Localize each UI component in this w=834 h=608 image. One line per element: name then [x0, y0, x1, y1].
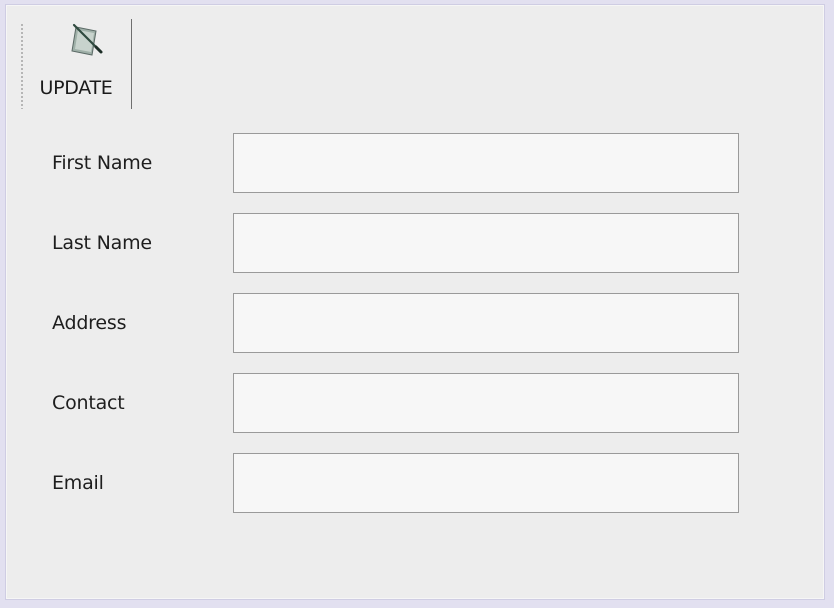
form-row-first-name: First Name [6, 133, 824, 197]
update-button-label: UPDATE [39, 77, 113, 99]
last-name-field[interactable] [233, 213, 739, 273]
last-name-label: Last Name [52, 232, 152, 254]
contact-field[interactable] [233, 373, 739, 433]
toolbar-separator [131, 19, 132, 109]
pen-paper-icon [66, 21, 106, 61]
form-row-address: Address [6, 293, 824, 357]
first-name-label: First Name [52, 152, 153, 174]
form-window: UPDATE First Name Last Name Address Cont… [5, 4, 825, 600]
toolbar: UPDATE [16, 13, 136, 113]
email-field[interactable] [233, 453, 739, 513]
form-row-email: Email [6, 453, 824, 517]
first-name-field[interactable] [233, 133, 739, 193]
form-row-last-name: Last Name [6, 213, 824, 277]
update-button[interactable]: UPDATE [36, 13, 134, 109]
toolbar-grip[interactable] [21, 23, 23, 109]
contact-label: Contact [52, 392, 125, 414]
email-label: Email [52, 472, 104, 494]
address-label: Address [52, 312, 127, 334]
address-field[interactable] [233, 293, 739, 353]
form-row-contact: Contact [6, 373, 824, 437]
